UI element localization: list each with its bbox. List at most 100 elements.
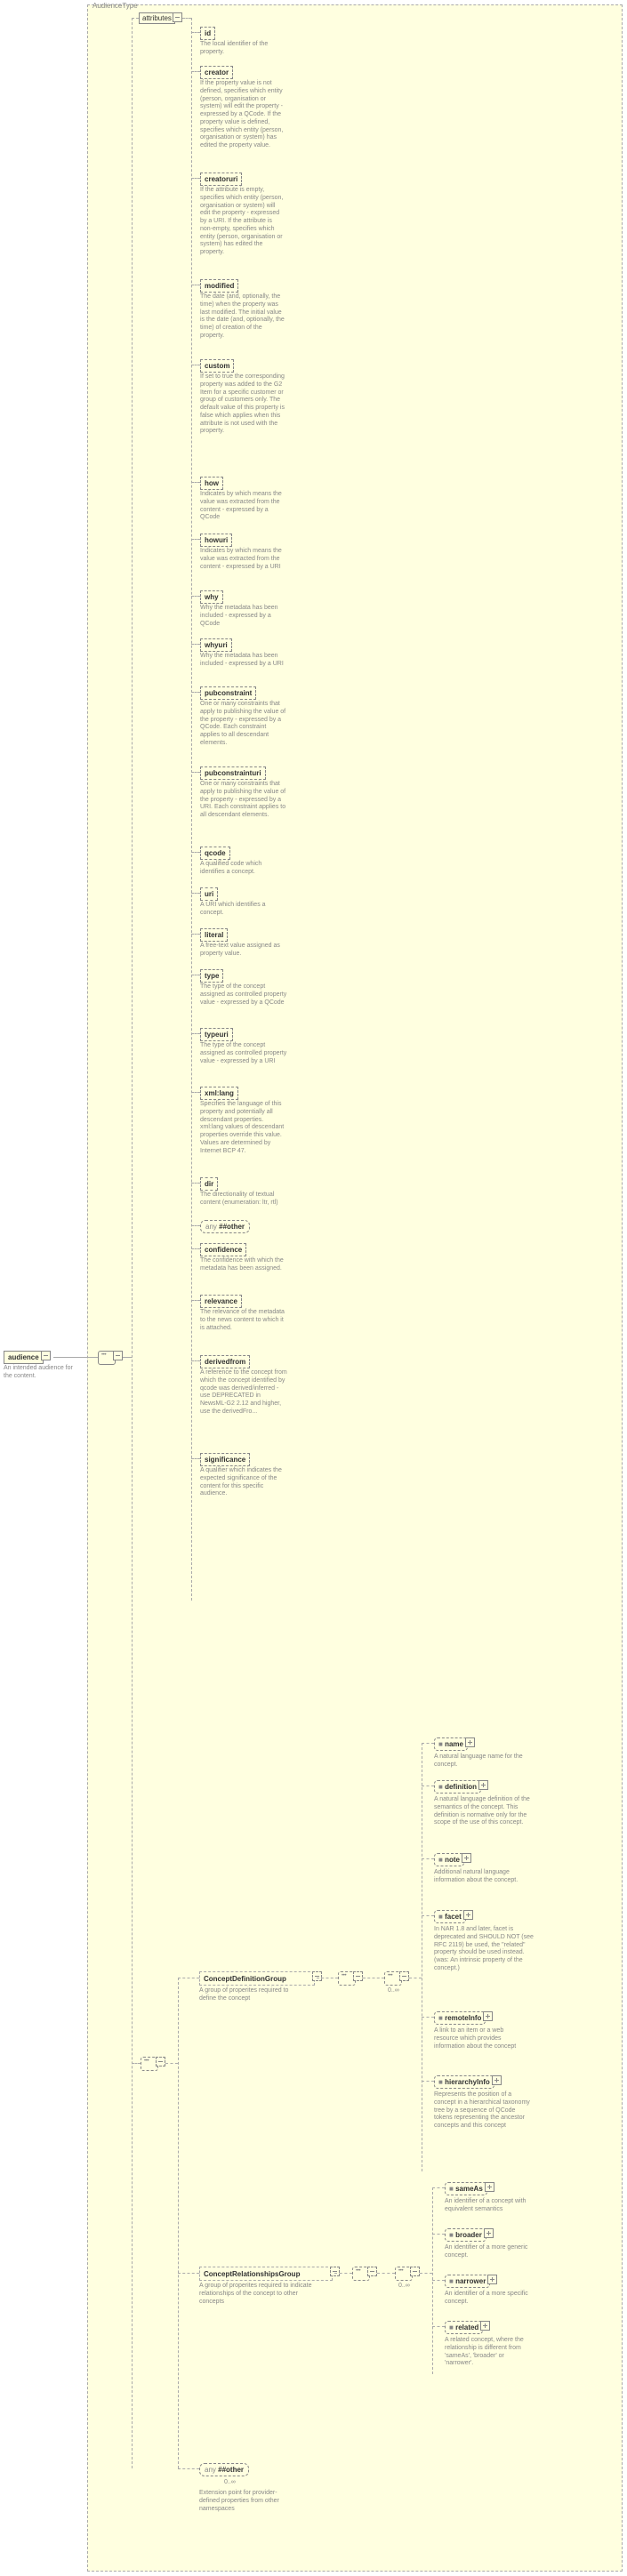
connector xyxy=(182,18,191,19)
attr-how: how xyxy=(200,477,223,490)
connector xyxy=(422,1743,434,1744)
desc-why: Why the metadata has been included - exp… xyxy=(200,605,287,628)
attr-significance: significance xyxy=(200,1453,250,1466)
attr-relevance: relevance xyxy=(200,1295,242,1308)
desc-significance: A qualifier which indicates the expected… xyxy=(200,1467,287,1498)
connector xyxy=(132,2063,141,2064)
connector xyxy=(191,893,200,894)
child-hierarchyinfo: ■ hierarchyInfo xyxy=(434,2075,494,2089)
connector xyxy=(191,1225,200,1226)
connector xyxy=(165,2063,178,2064)
attr-howuri: howuri xyxy=(200,534,232,547)
desc-derivedfrom: A reference to the concept from which th… xyxy=(200,1369,287,1416)
connector xyxy=(432,2187,445,2188)
connector xyxy=(191,1458,200,1459)
connector xyxy=(191,934,200,935)
attr-dir: dir xyxy=(200,1177,218,1191)
connector xyxy=(191,772,200,773)
audience-type-container xyxy=(87,4,623,2572)
attr-derivedfrom: derivedfrom xyxy=(200,1355,250,1368)
attr-any-other: any ##other xyxy=(200,1220,250,1233)
child-facet: ■ facet xyxy=(434,1910,466,1923)
attr-uri: uri xyxy=(200,887,218,901)
expand-icon xyxy=(480,2321,490,2331)
collapse-icon xyxy=(173,12,182,22)
connector xyxy=(432,2187,433,2374)
connector xyxy=(132,18,139,19)
desc-whyuri: Why the metadata has been included - exp… xyxy=(200,653,287,669)
connector xyxy=(191,482,200,483)
connector xyxy=(432,2280,445,2281)
connector xyxy=(132,18,133,2468)
collapse-icon xyxy=(41,1351,51,1360)
desc-howuri: Indicates by which means the value was e… xyxy=(200,548,287,571)
connector xyxy=(422,1915,434,1916)
expand-icon xyxy=(465,1737,475,1747)
connector xyxy=(178,2273,199,2274)
desc-modified: The date (and, optionally, the time) whe… xyxy=(200,293,285,341)
expand-icon xyxy=(492,2075,502,2085)
attr-qcode: qcode xyxy=(200,847,230,860)
connector xyxy=(432,2326,445,2327)
desc-xmllang: Specifies the language of this property … xyxy=(200,1101,287,1155)
expand-icon xyxy=(483,2011,493,2021)
collapse-icon xyxy=(410,2267,420,2276)
collapse-icon xyxy=(399,1971,409,1981)
desc-pubconstrainturi: One or many constraints that apply to pu… xyxy=(200,781,287,820)
desc-child-name: A natural language name for the concept. xyxy=(434,1753,523,1769)
attr-creator: creator xyxy=(200,66,233,79)
child-broader: ■ broader xyxy=(445,2228,486,2242)
connector xyxy=(178,1978,179,2468)
expand-icon xyxy=(462,1853,471,1863)
expand-icon xyxy=(487,2275,497,2284)
collapse-icon xyxy=(353,1971,363,1981)
collapse-icon xyxy=(367,2267,377,2276)
desc-typeuri: The type of the concept assigned as cont… xyxy=(200,1042,287,1065)
collapse-icon xyxy=(312,1971,322,1981)
sequence-relgroup xyxy=(352,2267,370,2281)
expand-icon xyxy=(463,1910,473,1920)
connector xyxy=(191,539,200,540)
child-name: ■ name xyxy=(434,1737,468,1751)
connector xyxy=(422,2017,434,2018)
connector xyxy=(191,32,200,33)
connector xyxy=(191,692,200,693)
connector xyxy=(191,18,192,1601)
connector xyxy=(191,1360,200,1361)
attr-literal: literal xyxy=(200,928,228,942)
connector xyxy=(420,2273,432,2274)
connector xyxy=(123,1357,132,1358)
desc-id: The local identifier of the property. xyxy=(200,41,280,57)
connector xyxy=(422,2081,434,2082)
desc-custom: If set to true the corresponding propert… xyxy=(200,373,287,436)
attr-creatoruri: creatoruri xyxy=(200,173,242,186)
occurrence: 0..∞ xyxy=(224,2479,236,2485)
child-related: ■ related xyxy=(445,2321,483,2334)
connector xyxy=(53,1357,98,1358)
child-remoteinfo: ■ remoteInfo xyxy=(434,2011,486,2025)
attr-xmllang: xml:lang xyxy=(200,1087,238,1100)
connector xyxy=(432,2234,445,2235)
connector xyxy=(191,1092,200,1093)
connector xyxy=(191,1033,200,1034)
desc-child-facet: In NAR 1.8 and later, facet is deprecate… xyxy=(434,1926,534,1973)
attr-modified: modified xyxy=(200,279,238,293)
diagram-canvas: AudienceType audience An intended audien… xyxy=(0,0,627,2576)
connector xyxy=(191,1248,200,1249)
connector xyxy=(191,644,200,645)
child-narrower: ■ narrower xyxy=(445,2275,490,2288)
connector xyxy=(191,596,200,597)
desc-confidence: The confidence with which the metadata h… xyxy=(200,1257,287,1273)
node-audience: audience xyxy=(4,1351,44,1364)
attr-custom: custom xyxy=(200,359,234,373)
desc-child-broader: An identifier of a more generic concept. xyxy=(445,2244,529,2260)
desc-creator: If the property value is not defined, sp… xyxy=(200,80,285,150)
attr-why: why xyxy=(200,590,223,604)
attr-pubconstrainturi: pubconstrainturi xyxy=(200,766,266,780)
desc-qcode: A qualified code which identifies a conc… xyxy=(200,861,287,877)
attributes-header: attributes xyxy=(139,12,175,24)
child-note: ■ note xyxy=(434,1853,464,1866)
sequence-content xyxy=(141,2057,158,2071)
group-conceptdefinition: ConceptDefinitionGroup xyxy=(199,1971,315,1986)
audience-type-label: AudienceType xyxy=(92,2,138,10)
